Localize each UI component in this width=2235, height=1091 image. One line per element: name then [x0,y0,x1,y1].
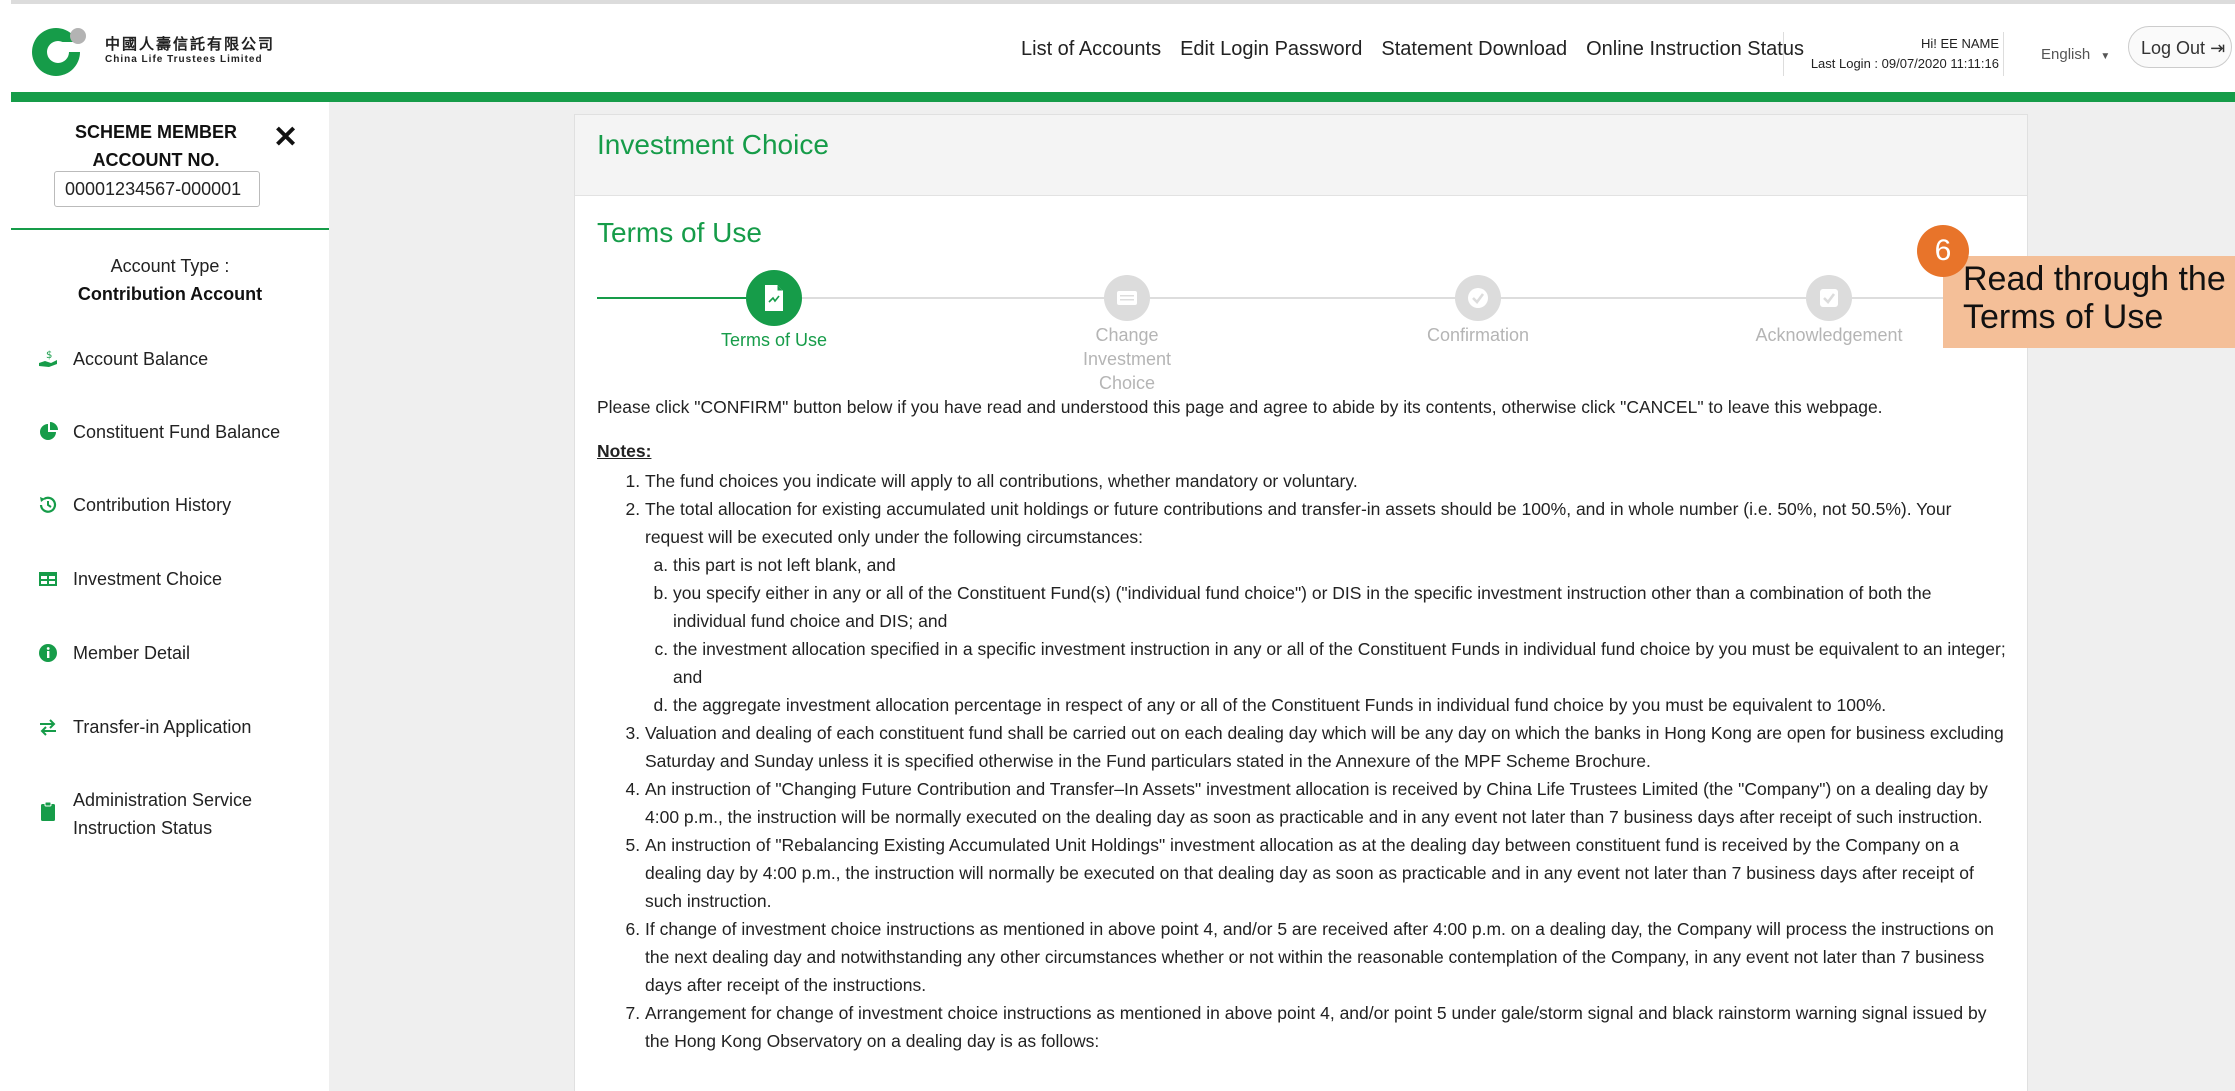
tutorial-callout: Read through the Terms of Use [1943,256,2235,348]
note-1: The fund choices you indicate will apply… [645,467,2007,495]
sidebar-item-contribution-history[interactable]: Contribution History [37,491,231,519]
nav-statement-download[interactable]: Statement Download [1381,38,1567,61]
intro-text: Please click "CONFIRM" button below if y… [597,397,1883,417]
step-1-label: Terms of Use [720,330,828,350]
note-5: An instruction of "Rebalancing Existing … [645,831,2007,915]
panel-header: Investment Choice [575,115,2027,196]
step-2-circle [1104,275,1150,321]
sidebar-item-label: Investment Choice [73,569,223,589]
header-green-bar [11,92,2235,102]
step-3-label: Confirmation [1426,325,1530,345]
nav-list-of-accounts[interactable]: List of Accounts [1021,38,1161,61]
notes-heading: Notes: [597,441,652,461]
checkbox-icon [1820,289,1838,307]
company-logo-icon[interactable] [28,22,92,78]
logout-icon: ⇥ [2210,38,2226,58]
note-4: An instruction of "Changing Future Contr… [645,775,2007,831]
sidebar-item-transfer-in-application[interactable]: Transfer-in Application [37,713,251,741]
note-2d: the aggregate investment allocation perc… [673,691,2007,719]
user-info: Hi! EE NAME Last Login : 09/07/2020 11:1… [1779,34,1999,74]
table-icon [37,568,59,590]
section-title: Terms of Use [597,217,762,248]
step-2-label: Change Investment Choice [1082,325,1172,393]
hand-coin-icon: $ [37,348,59,370]
account-type: Account Type : Contribution Account [11,252,329,308]
transfer-icon [37,716,59,738]
sidebar-divider [11,228,329,230]
nav-online-instruction-status[interactable]: Online Instruction Status [1586,38,1804,61]
callout-text: Read through the Terms of Use [1963,260,2226,336]
company-name-en: China Life Trustees Limited [105,54,263,65]
caret-down-icon: ▼ [2100,51,2111,62]
step-4-label: Acknowledgement [1755,325,1903,345]
note-7: Arrangement for change of investment cho… [645,999,2007,1055]
sidebar-item-account-balance[interactable]: $ Account Balance [37,345,208,373]
note-2b: you specify either in any or all of the … [673,579,2007,635]
account-type-label: Account Type : [110,256,230,276]
note-2a: this part is not left blank, and [673,551,2007,579]
logout-button[interactable]: Log Out ⇥ [2128,26,2232,68]
main-panel: Investment Choice Terms of Use Terms of … [574,114,2028,1091]
sidebar-item-member-detail[interactable]: Member Detail [37,639,190,667]
page-title: Investment Choice [597,129,829,160]
top-nav: List of Accounts Edit Login Password Sta… [1021,38,1823,61]
notes-list: The fund choices you indicate will apply… [597,467,2007,1055]
language-label: English [2041,46,2091,63]
note-2-sublist: this part is not left blank, and you spe… [645,551,2007,719]
step-3-circle [1455,275,1501,321]
history-icon [37,494,59,516]
svg-text:$: $ [46,350,52,361]
header: 中國人壽信託有限公司 China Life Trustees Limited L… [11,4,2235,92]
note-2-text: The total allocation for existing accumu… [645,499,1952,547]
sidebar-item-label: Constituent Fund Balance [73,422,281,442]
step-4-circle [1806,275,1852,321]
step-1-circle [746,270,802,326]
account-type-value: Contribution Account [77,284,263,304]
sidebar-item-label: Member Detail [73,643,191,663]
close-icon[interactable]: ✕ [273,120,298,155]
note-3: Valuation and dealing of each constituen… [645,719,2007,775]
sidebar-item-label: Administration Service Instruction Statu… [73,790,253,838]
document-icon [765,285,783,311]
note-6: If change of investment choice instructi… [645,915,2007,999]
sidebar-item-label: Contribution History [73,495,232,515]
nav-edit-login-password[interactable]: Edit Login Password [1180,38,1362,61]
pie-chart-icon [37,421,59,443]
last-login: Last Login : 09/07/2020 11:11:16 [1810,56,1999,71]
sidebar-item-administration-service[interactable]: Administration Service Instruction Statu… [37,786,297,842]
clipboard-icon [37,800,59,822]
stepper-track [597,297,1977,299]
left-edge [0,0,11,1091]
keyboard-icon [1117,291,1137,305]
note-2c: the investment allocation specified in a… [673,635,2007,691]
header-divider-2 [2003,32,2004,76]
sidebar: SCHEME MEMBER ACCOUNT NO. ✕ 00001234567-… [11,102,329,1091]
company-name: 中國人壽信託有限公司 China Life Trustees Limited [105,36,275,68]
callout-step-badge: 6 [1917,225,1969,277]
account-number-value: 00001234567-000001 [65,179,242,199]
sidebar-item-label: Account Balance [73,349,209,369]
note-2: The total allocation for existing accumu… [645,495,2007,719]
account-number-select[interactable]: 00001234567-000001 [54,171,260,207]
company-name-cn: 中國人壽信託有限公司 [105,35,276,53]
greeting: Hi! EE NAME [1920,36,1999,51]
check-icon [1468,288,1488,308]
account-heading: SCHEME MEMBER ACCOUNT NO. [74,122,237,170]
sidebar-item-constituent-fund-balance[interactable]: Constituent Fund Balance [37,418,280,446]
sidebar-item-investment-choice[interactable]: Investment Choice [37,565,222,593]
terms-content: Please click "CONFIRM" button below if y… [597,393,2007,1055]
sidebar-item-label: Transfer-in Application [73,717,252,737]
logout-label: Log Out [2141,38,2206,58]
info-icon [37,642,59,664]
language-select[interactable]: English ▼ [2041,46,2110,63]
